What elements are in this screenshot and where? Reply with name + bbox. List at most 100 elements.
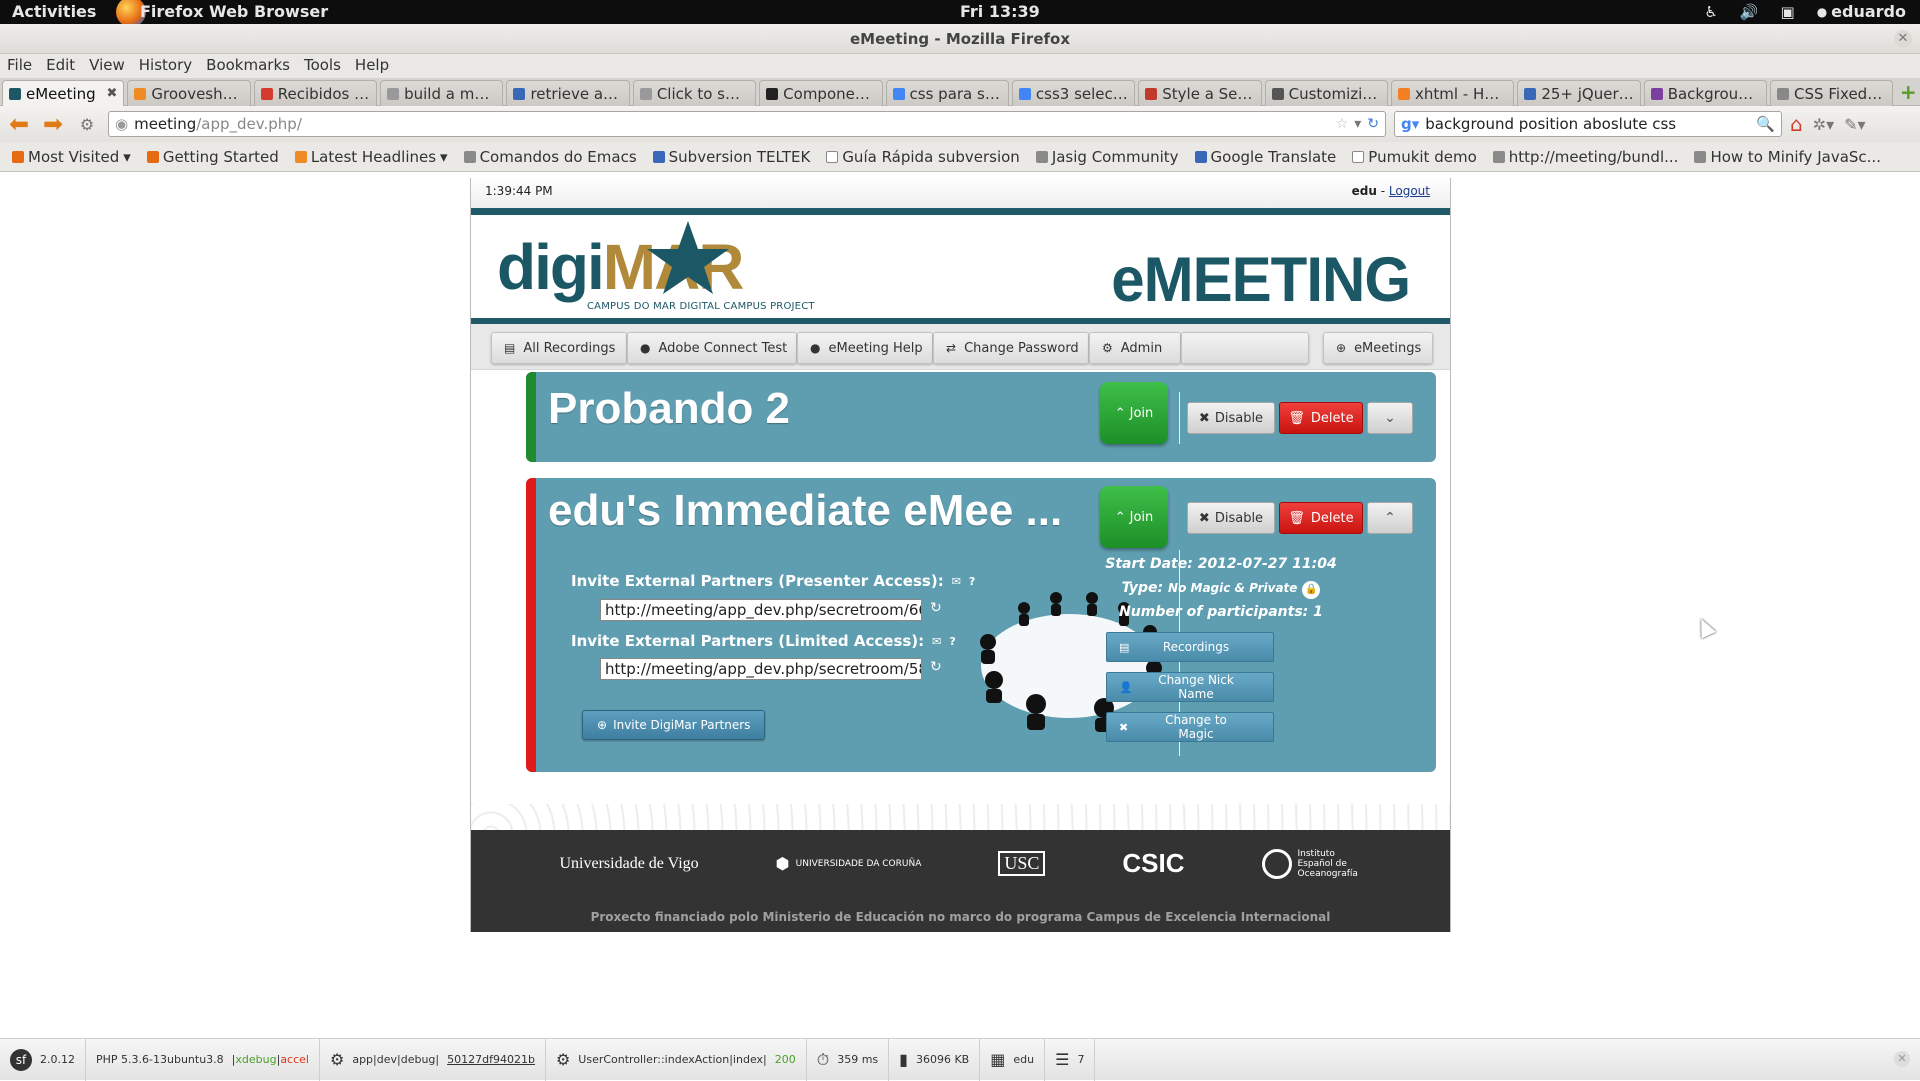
adobe-connect-test-button[interactable]: ● Adobe Connect Test [627,332,797,364]
home-icon[interactable]: ⌂ [1790,112,1803,136]
menu-edit[interactable]: Edit [39,54,82,78]
bookmark-pumukit[interactable]: Pumukit demo [1344,148,1484,166]
search-input[interactable]: background position aboslute css [1425,115,1676,133]
partner-csic[interactable]: CSIC [1122,848,1184,879]
refresh-icon[interactable]: ↻ [930,659,942,675]
bookmark-guia-subversion[interactable]: Guía Rápida subversion [818,148,1028,166]
new-tab-button[interactable]: + [1896,81,1920,105]
tab-close-icon[interactable]: ✖ [106,86,117,101]
profiler-token-link[interactable]: 50127df94021b [447,1053,535,1066]
bookmark-star-icon[interactable]: ☆ [1336,116,1349,132]
tools-icon[interactable]: ⚙ [74,115,100,134]
bookmark-comandos-emacs[interactable]: Comandos do Emacs [456,148,645,166]
limited-url-field[interactable]: http://meeting/app_dev.php/secretroom/58… [600,658,922,680]
toolbar-close-icon[interactable]: ✕ [1894,1051,1910,1067]
menu-view[interactable]: View [82,54,132,78]
app-menu[interactable]: Firefox Web Browser [140,2,328,21]
partner-usc[interactable]: USC [998,851,1046,876]
clock[interactable]: Fri 13:39 [960,2,1040,21]
join-button[interactable]: ⌃ Join [1100,382,1168,444]
delete-button[interactable]: 🗑 Delete [1279,502,1363,534]
tab-css-select[interactable]: css para sel... [885,80,1009,106]
email-icon[interactable]: ✉ [932,635,941,648]
menu-file[interactable]: File [0,54,39,78]
url-dropdown-icon[interactable]: ▾ [1354,116,1361,132]
request-info[interactable]: ⚙ UserController::indexAction|index| 200 [546,1038,807,1081]
change-nick-name-button[interactable]: 👤 Change Nick Name [1106,672,1274,702]
bookmark-minify[interactable]: How to Minify JavaSc... [1686,148,1889,166]
partner-vigo[interactable]: Universidade de Vigo [560,855,699,873]
php-info[interactable]: PHP 5.3.6-13ubuntu3.8 |xdebug|accel [86,1038,320,1081]
tab-xhtml-how[interactable]: xhtml - How... [1390,80,1515,106]
menu-tools[interactable]: Tools [297,54,348,78]
bookmark-google-translate[interactable]: Google Translate [1187,148,1345,166]
tab-css-fixed[interactable]: CSS Fixed P... [1770,80,1894,106]
tab-style-select[interactable]: Style a Sele... [1138,80,1262,106]
tab-build-menu[interactable]: build a men... [380,80,504,106]
security-info[interactable]: ▦ edu [980,1038,1046,1081]
tab-retrieve[interactable]: retrieve an... [506,80,630,106]
bookmark-jasig[interactable]: Jasig Community [1028,148,1187,166]
volume-icon[interactable]: 🔊 [1740,3,1759,21]
change-to-magic-button[interactable]: ✖ Change to Magic [1106,712,1274,742]
firebug-icon[interactable]: ✎▾ [1844,115,1865,134]
disable-button[interactable]: ✖ Disable [1187,502,1275,534]
tab-click-to-select[interactable]: Click to sele... [632,80,757,106]
partner-ieo[interactable]: Instituto Español de Oceanografía [1261,848,1362,879]
menu-help[interactable]: Help [348,54,396,78]
email-icon[interactable]: ✉ [952,575,961,588]
activities-button[interactable]: Activities [12,2,96,21]
emeetings-button[interactable]: ⊕ eMeetings [1323,332,1433,364]
tab-grooveshark[interactable]: Grooveshar... [127,80,251,106]
network-icon[interactable]: ▣ [1781,3,1795,21]
disable-button[interactable]: ✖ Disable [1187,402,1275,434]
memory-info[interactable]: ▮ 36096 KB [889,1038,981,1081]
tab-background[interactable]: Background... [1643,80,1768,106]
accessibility-icon[interactable]: ♿ [1704,3,1717,21]
menu-history[interactable]: History [132,54,199,78]
tab-components[interactable]: Component... [759,80,883,106]
invite-digimar-partners-button[interactable]: ⊕ Invite DigiMar Partners [582,710,766,740]
reload-icon[interactable]: ↻ [1367,116,1379,132]
help-icon[interactable]: ? [949,635,955,648]
google-icon[interactable]: g▾ [1401,115,1419,133]
timer-info[interactable]: ⏱ 359 ms [807,1038,890,1081]
collapse-button[interactable]: ⌃ [1367,502,1413,534]
addon-icon[interactable]: ✲▾ [1813,115,1834,134]
tab-customizing[interactable]: Customizin... [1264,80,1388,106]
all-recordings-button[interactable]: ▤ All Recordings [491,332,627,364]
presenter-url-field[interactable]: http://meeting/app_dev.php/secretroom/66… [600,599,922,621]
tab-jquery[interactable]: 25+ jQuery ... [1517,80,1641,106]
symfony-version[interactable]: sf 2.0.12 [0,1038,86,1081]
menu-bookmarks[interactable]: Bookmarks [199,54,297,78]
user-menu[interactable]: ● eduardo [1817,2,1906,21]
bookmark-latest-headlines[interactable]: Latest Headlines ▾ [287,148,456,166]
forward-button[interactable]: ➡ [40,110,66,138]
search-icon[interactable]: 🔍 [1756,115,1775,133]
button-label: Join [1129,509,1154,525]
recordings-button[interactable]: ▤ Recordings [1106,632,1274,662]
tab-recibidos[interactable]: Recibidos (... [253,80,378,106]
database-info[interactable]: ☰ 7 [1045,1038,1096,1081]
partner-coruna[interactable]: ⬢ UNIVERSIDADE DA CORUÑA [776,854,922,873]
join-button[interactable]: ⌃ Join [1100,486,1168,548]
search-bar[interactable]: g▾ background position aboslute css 🔍 [1394,111,1782,137]
back-button[interactable]: ⬅ [6,110,32,138]
refresh-icon[interactable]: ↻ [930,600,942,616]
bookmark-subversion-teltek[interactable]: Subversion TELTEK [645,148,819,166]
change-password-button[interactable]: ⇄ Change Password [933,332,1089,364]
site-identity-icon[interactable]: ◉ [115,115,128,133]
environment-info[interactable]: ⚙ app|dev|debug| 50127df94021b [320,1038,546,1081]
logout-link[interactable]: Logout [1389,184,1430,198]
expand-button[interactable]: ⌄ [1367,402,1413,434]
bookmark-meeting-bundle[interactable]: http://meeting/bundl... [1485,148,1687,166]
delete-button[interactable]: 🗑 Delete [1279,402,1363,434]
tab-css3-select[interactable]: css3 select ... [1011,80,1136,106]
url-bar[interactable]: ◉ meeting/app_dev.php/ ☆ ▾ ↻ [108,111,1386,137]
tab-emeeting[interactable]: eMeeting ✖ [2,80,125,106]
emeeting-help-button[interactable]: ● eMeeting Help [797,332,933,364]
bookmark-most-visited[interactable]: Most Visited ▾ [4,148,139,166]
bookmark-getting-started[interactable]: Getting Started [139,148,287,166]
window-close-button[interactable]: ✕ [1894,30,1912,48]
admin-button[interactable]: ⚙ Admin [1089,332,1181,364]
